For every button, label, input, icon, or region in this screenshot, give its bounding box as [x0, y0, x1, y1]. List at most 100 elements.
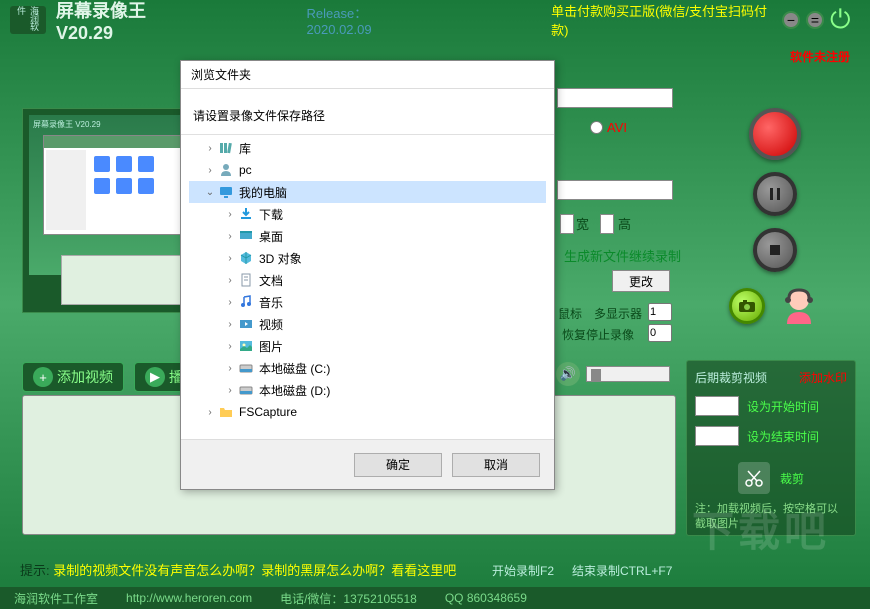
tree-arrow-icon[interactable]: › — [223, 319, 237, 330]
record-button[interactable] — [749, 108, 801, 160]
avi-radio[interactable] — [590, 121, 603, 134]
tree-arrow-icon[interactable]: › — [203, 165, 217, 176]
tree-item[interactable]: › 本地磁盘 (C:) — [189, 357, 546, 379]
tree-item-label: 视频 — [259, 316, 283, 333]
start-time-input[interactable] — [695, 396, 739, 416]
tree-item[interactable]: › 视频 — [189, 313, 546, 335]
footer-qq: QQ 860348659 — [445, 591, 527, 605]
cut-icon[interactable] — [738, 462, 770, 494]
plus-icon: + — [33, 367, 53, 387]
tree-arrow-icon[interactable]: › — [223, 253, 237, 264]
tree-arrow-icon[interactable]: › — [223, 385, 237, 396]
width-input-stub[interactable] — [560, 214, 574, 234]
tree-item[interactable]: ›本地磁盘 (D:) — [189, 379, 546, 401]
tree-item[interactable]: › 3D 对象 — [189, 247, 546, 269]
add-video-button[interactable]: + 添加视频 — [22, 362, 124, 392]
disk-icon — [237, 359, 255, 377]
support-icon[interactable] — [777, 284, 821, 328]
tree-item[interactable]: › 图片 — [189, 335, 546, 357]
app-title: 屏幕录像王 V20.29 — [56, 0, 207, 44]
mouse-label: 鼠标 — [558, 305, 582, 322]
tree-arrow-icon[interactable]: › — [223, 209, 237, 220]
set-start-button[interactable]: 设为开始时间 — [747, 398, 819, 415]
tree-item-label: 库 — [239, 140, 251, 157]
purchase-link[interactable]: 单击付款购买正版(微信/支付宝扫码付款) — [551, 1, 782, 39]
tree-arrow-icon[interactable]: ⌄ — [203, 187, 217, 198]
play-icon: ▶ — [145, 367, 165, 387]
document-icon — [237, 271, 255, 289]
tree-arrow-icon[interactable]: › — [223, 341, 237, 352]
maximize-button[interactable]: = — [806, 11, 824, 29]
folder-tree[interactable]: ›库›pc⌄我的电脑›下载›桌面›3D 对象›文档›音乐›视频›图片›本地磁盘 … — [181, 134, 554, 439]
tree-item-label: 下载 — [259, 206, 283, 223]
pause-button[interactable] — [753, 172, 797, 216]
release-label: Release：2020.02.09 — [307, 3, 432, 37]
multimon-label: 多显示器 — [594, 305, 642, 322]
tree-item-label: 桌面 — [259, 228, 283, 245]
tree-item[interactable]: ›库 — [189, 137, 546, 159]
set-end-button[interactable]: 设为结束时间 — [747, 428, 819, 445]
height-label: 高 — [618, 214, 631, 233]
picture-icon — [237, 337, 255, 355]
stop-shortcut: 结束录制CTRL+F7 — [572, 562, 672, 579]
tree-item[interactable]: › FSCapture — [189, 401, 546, 423]
tree-arrow-icon[interactable]: › — [223, 297, 237, 308]
tip-link[interactable]: 录制的视频文件没有声音怎么办啊？录制的黑屏怎么办啊？看看这里吧 — [53, 563, 456, 578]
tree-item[interactable]: › 下载 — [189, 203, 546, 225]
power-close-button[interactable]: ⏻ — [830, 5, 860, 35]
tree-item-label: 本地磁盘 (C:) — [259, 360, 330, 377]
stop-button[interactable] — [753, 228, 797, 272]
tree-arrow-icon[interactable]: › — [203, 143, 217, 154]
tree-item-label: 文档 — [259, 272, 283, 289]
download-icon — [237, 205, 255, 223]
dropdown-stub-2[interactable] — [557, 180, 673, 200]
tree-item-label: FSCapture — [239, 405, 297, 419]
multimon-input[interactable] — [648, 303, 672, 321]
music-icon — [237, 293, 255, 311]
end-time-input[interactable] — [695, 426, 739, 446]
minimize-button[interactable]: − — [782, 11, 800, 29]
tree-item-label: 3D 对象 — [259, 250, 302, 267]
width-label: 宽 — [576, 214, 589, 233]
tree-arrow-icon[interactable]: › — [203, 407, 217, 418]
computer-icon — [217, 183, 235, 201]
app-logo: 海润软件 — [10, 6, 46, 34]
footer-phone: 电话/微信：13752105518 — [280, 590, 417, 607]
dialog-subtitle: 请设置录像文件保存路径 — [181, 89, 554, 134]
cut-button[interactable]: 裁剪 — [780, 470, 804, 487]
cancel-button[interactable]: 取消 — [452, 453, 540, 477]
tree-item-label: 图片 — [259, 338, 283, 355]
user-icon — [217, 161, 235, 179]
change-button[interactable]: 更改 — [612, 270, 670, 292]
tree-arrow-icon[interactable]: › — [223, 363, 237, 374]
tree-item[interactable]: › pc — [189, 159, 546, 181]
volume-icon[interactable]: 🔊 — [556, 362, 580, 386]
tree-arrow-icon[interactable]: › — [223, 275, 237, 286]
tree-item-label: pc — [239, 163, 252, 177]
dropdown-stub-1[interactable] — [557, 88, 673, 108]
tree-item[interactable]: › 桌面 — [189, 225, 546, 247]
desktop-icon — [237, 227, 255, 245]
avi-label: AVI — [607, 120, 627, 135]
generate-file-label: 生成新文件继续录制 — [564, 246, 681, 265]
folder-icon — [217, 403, 235, 421]
ok-button[interactable]: 确定 — [354, 453, 442, 477]
resume-input[interactable] — [648, 324, 672, 342]
tree-item-label: 我的电脑 — [239, 184, 287, 201]
height-input-stub[interactable] — [600, 214, 614, 234]
add-video-label: 添加视频 — [57, 367, 113, 387]
tree-item[interactable]: › 音乐 — [189, 291, 546, 313]
volume-slider[interactable] — [586, 366, 670, 382]
browse-folder-dialog: 浏览文件夹 请设置录像文件保存路径 ›库›pc⌄我的电脑›下载›桌面›3D 对象… — [180, 60, 555, 490]
add-watermark-link[interactable]: 添加水印 — [799, 369, 847, 386]
screenshot-button[interactable] — [729, 288, 765, 324]
site-watermark: 下载吧 — [692, 498, 830, 559]
tree-item[interactable]: ⌄ 我的电脑 — [189, 181, 546, 203]
tree-arrow-icon[interactable]: › — [223, 231, 237, 242]
disk-icon — [237, 381, 255, 399]
tree-item[interactable]: › 文档 — [189, 269, 546, 291]
footer-url[interactable]: http://www.heroren.com — [126, 591, 252, 605]
video-icon — [237, 315, 255, 333]
tree-item-label: 音乐 — [259, 294, 283, 311]
footer: 海润软件工作室 http://www.heroren.com 电话/微信：137… — [0, 587, 870, 609]
